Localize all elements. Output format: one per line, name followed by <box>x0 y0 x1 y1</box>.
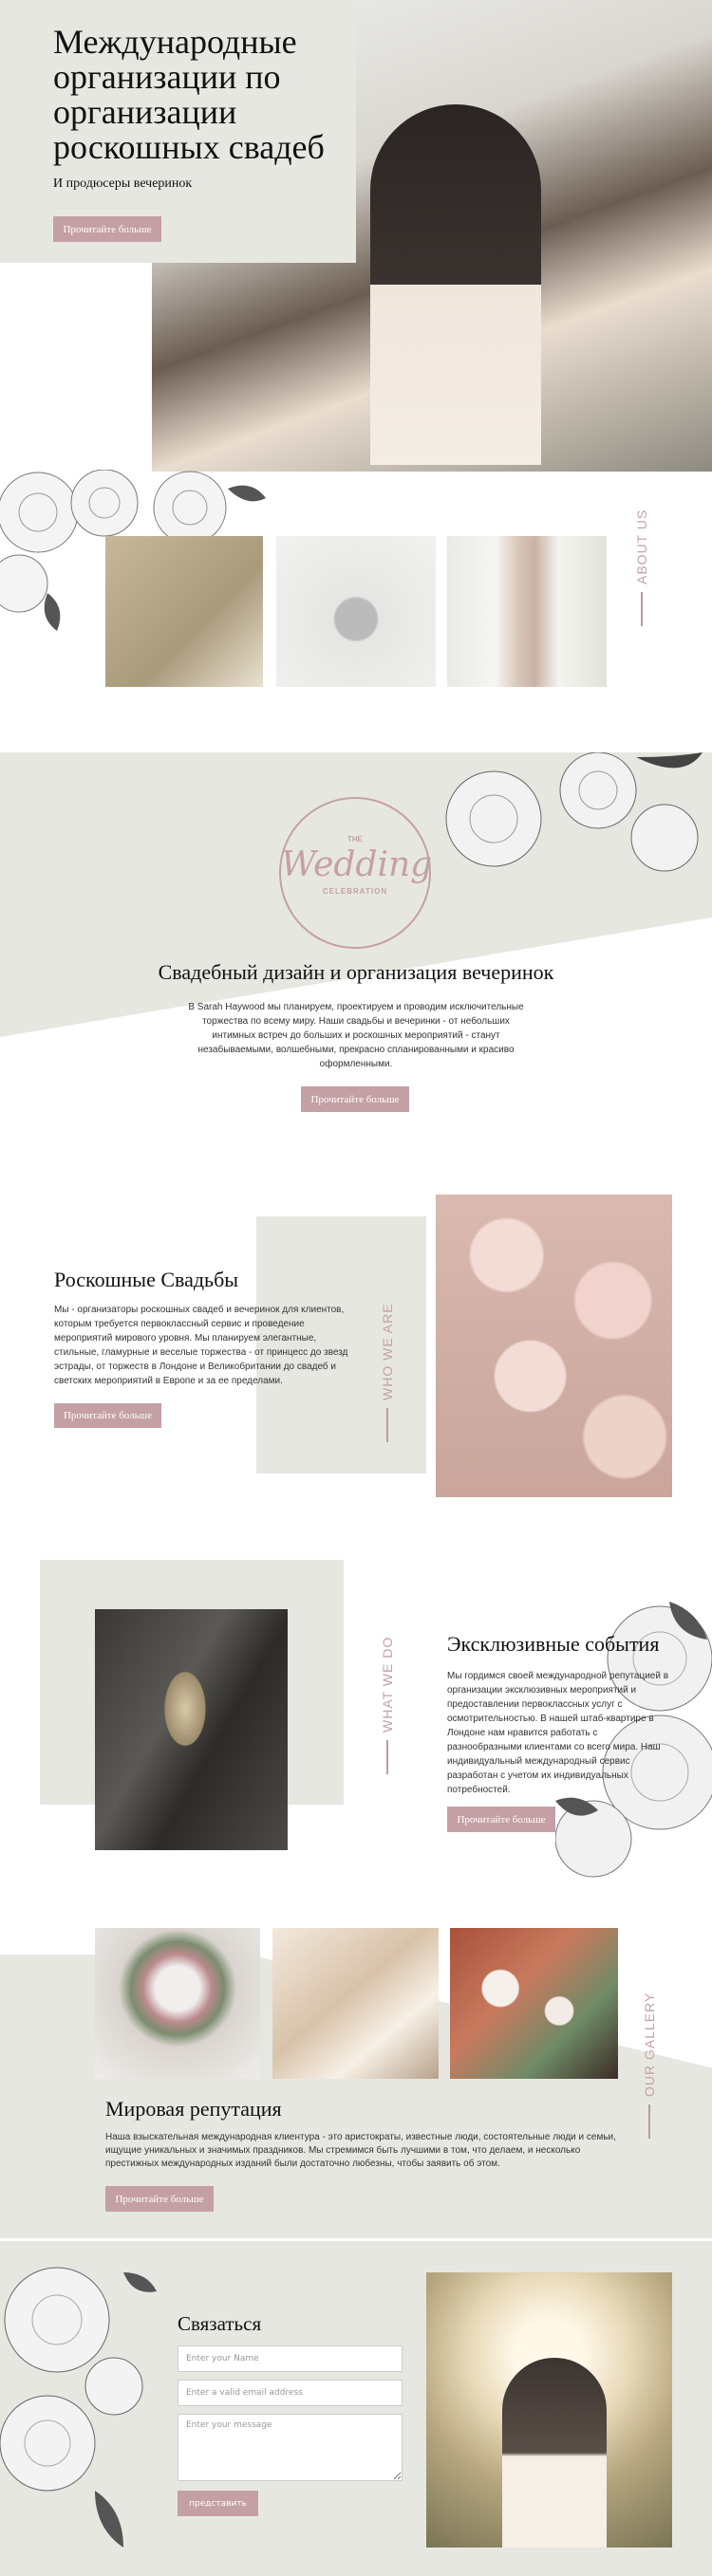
wedding-logo: THE Wedding CELEBRATION <box>279 797 433 949</box>
name-input[interactable] <box>178 2345 403 2372</box>
our-gallery-label: OUR GALLERY <box>642 1992 657 2139</box>
hero-read-more-button[interactable]: Прочитайте больше <box>53 216 161 242</box>
hero-subtitle: И продюсеры вечеринок <box>53 176 193 191</box>
contact-flowers-decoration <box>0 2267 157 2548</box>
logo-bottom-text: CELEBRATION <box>322 887 388 896</box>
what-title: Эксклюзивные события <box>447 1632 660 1656</box>
hero-title: Международные организации по организации… <box>53 23 325 166</box>
email-input[interactable] <box>178 2380 403 2406</box>
contact-title: Связаться <box>178 2312 262 2335</box>
bride-photo <box>272 1928 439 2079</box>
design-text: В Sarah Haywood мы планируем, проектируе… <box>188 1002 524 1069</box>
who-read-more-button[interactable]: Прочитайте больше <box>54 1403 161 1428</box>
our-gallery-text: OUR GALLERY <box>642 1992 657 2097</box>
dress-photo <box>447 536 607 687</box>
who-text: Мы - организаторы роскошных свадеб и веч… <box>54 1305 348 1386</box>
flowers-photo <box>450 1928 618 2079</box>
logo-top-text: THE <box>347 835 363 843</box>
who-we-are-label: WHO WE ARE <box>380 1303 395 1442</box>
message-input[interactable] <box>178 2414 403 2481</box>
gallery-text: Наша взыскательная международная клиенту… <box>105 2132 616 2169</box>
submit-button[interactable]: представить <box>178 2491 258 2516</box>
bouquet-photo <box>95 1928 260 2079</box>
boutonniere-photo <box>95 1609 288 1850</box>
design-read-more-button[interactable]: Прочитайте больше <box>301 1086 409 1112</box>
about-us-label: ABOUT US <box>634 510 649 626</box>
design-title: Свадебный дизайн и организация вечеринок <box>158 960 554 984</box>
rings-photo <box>276 536 436 687</box>
peony-decoration <box>445 752 703 872</box>
shoes-photo <box>105 536 263 687</box>
what-read-more-button[interactable]: Прочитайте больше <box>447 1807 555 1832</box>
about-us-text: ABOUT US <box>634 509 649 584</box>
gallery-title: Мировая репутация <box>105 2097 282 2121</box>
couple-sunset-photo <box>426 2272 672 2548</box>
logo-script-text: Wedding <box>281 845 433 884</box>
gallery-read-more-button[interactable]: Прочитайте больше <box>105 2186 214 2212</box>
hero-panel: Международные организации по организации… <box>0 0 356 263</box>
who-we-are-text: WHO WE ARE <box>380 1303 395 1400</box>
roses-photo <box>436 1195 672 1497</box>
what-we-do-text: WHAT WE DO <box>380 1636 395 1733</box>
who-title: Роскошные Свадьбы <box>54 1268 239 1291</box>
what-text: Мы гордимся своей международной репутаци… <box>447 1671 669 1795</box>
what-we-do-label: WHAT WE DO <box>380 1637 395 1774</box>
